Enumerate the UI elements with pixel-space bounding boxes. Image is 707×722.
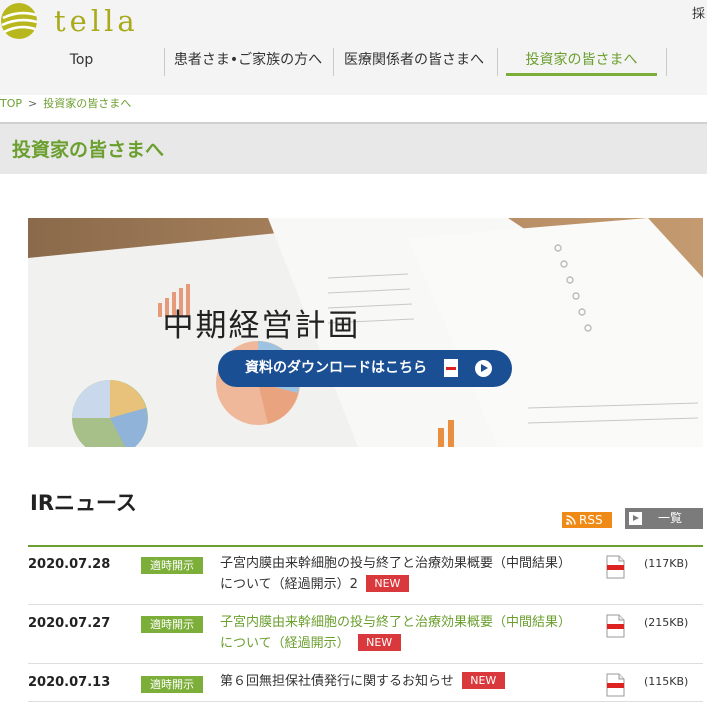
download-button-label: 資料のダウンロードはこちら	[245, 360, 427, 376]
logo[interactable]: tella	[0, 2, 160, 42]
news-title-link[interactable]: 第６回無担保社債発行に関するお知らせ NEW	[220, 671, 580, 692]
news-date: 2020.07.27	[28, 616, 111, 631]
news-date: 2020.07.13	[28, 675, 111, 690]
play-icon	[629, 512, 642, 525]
pdf-file-icon[interactable]	[606, 614, 625, 638]
view-all-label: 一覧	[658, 511, 683, 525]
breadcrumb: TOP > 投資家の皆さまへ	[0, 95, 131, 111]
nav-separator	[333, 48, 334, 76]
arrow-right-circle-icon	[475, 360, 492, 377]
breadcrumb-separator: >	[28, 97, 38, 110]
nav-item-medical[interactable]: 医療関係者の皆さまへ	[338, 46, 490, 76]
file-size: (215KB)	[644, 616, 689, 629]
news-title: 第６回無担保社債発行に関するお知らせ	[220, 674, 454, 689]
news-row: 2020.07.28 適時開示 子宮内膜由来幹細胞の投与終了と治療効果概要（中間…	[28, 547, 703, 605]
news-category-tag: 適時開示	[141, 676, 203, 693]
news-date: 2020.07.28	[28, 557, 111, 572]
new-badge: NEW	[365, 575, 409, 592]
site-header: tella 採 Top 患者さま•ご家族の方へ 医療関係者の皆さまへ 投資家の皆…	[0, 0, 707, 95]
news-title-link[interactable]: 子宮内膜由来幹細胞の投与終了と治療効果概要（中間結果）について（経過開示） NEW	[220, 612, 580, 654]
rss-label: RSS	[579, 513, 603, 527]
hero-heading: 中期経営計画	[162, 308, 361, 344]
news-row: 2020.07.13 適時開示 第６回無担保社債発行に関するお知らせ NEW (1…	[28, 664, 703, 702]
file-size: (117KB)	[644, 557, 689, 570]
download-materials-button[interactable]: 資料のダウンロードはこちら	[218, 350, 512, 387]
nav-item-top[interactable]: Top	[24, 46, 139, 76]
nav-item-investors[interactable]: 投資家の皆さまへ	[506, 46, 657, 76]
rss-button[interactable]: RSS	[562, 512, 612, 528]
nav-separator	[497, 48, 498, 76]
ir-news-title: IRニュース	[30, 491, 137, 515]
ir-news-list: 2020.07.28 適時開示 子宮内膜由来幹細胞の投与終了と治療効果概要（中間…	[28, 545, 703, 702]
pdf-icon	[444, 359, 458, 377]
news-title-link[interactable]: 子宮内膜由来幹細胞の投与終了と治療効果概要（中間結果）について（経過開示）2 NE…	[220, 553, 580, 595]
page-title: 投資家の皆さまへ	[12, 139, 165, 161]
nav-item-patients[interactable]: 患者さま•ご家族の方へ	[169, 46, 327, 76]
pdf-file-icon[interactable]	[606, 555, 625, 579]
page-title-bar: 投資家の皆さまへ	[0, 122, 707, 174]
news-category-tag: 適時開示	[141, 616, 203, 633]
news-row: 2020.07.27 適時開示 子宮内膜由来幹細胞の投与終了と治療効果概要（中間…	[28, 605, 703, 664]
view-all-button[interactable]: 一覧	[625, 508, 703, 529]
logo-text: tella	[54, 4, 139, 38]
new-badge: NEW	[357, 634, 401, 651]
breadcrumb-current: 投資家の皆さまへ	[43, 97, 132, 110]
logo-mark-icon	[1, 3, 38, 39]
nav-separator	[164, 48, 165, 76]
pdf-file-icon[interactable]	[606, 673, 625, 697]
rss-icon	[566, 515, 576, 525]
news-category-tag: 適時開示	[141, 557, 203, 574]
header-top-right-link[interactable]: 採	[692, 3, 705, 22]
breadcrumb-home-link[interactable]: TOP	[0, 97, 22, 110]
nav-separator	[666, 48, 667, 76]
global-nav: Top 患者さま•ご家族の方へ 医療関係者の皆さまへ 投資家の皆さまへ	[0, 46, 707, 78]
hero-banner[interactable]: 中期経営計画 資料のダウンロードはこちら	[28, 218, 703, 447]
new-badge: NEW	[461, 672, 505, 689]
file-size: (115KB)	[644, 675, 689, 688]
